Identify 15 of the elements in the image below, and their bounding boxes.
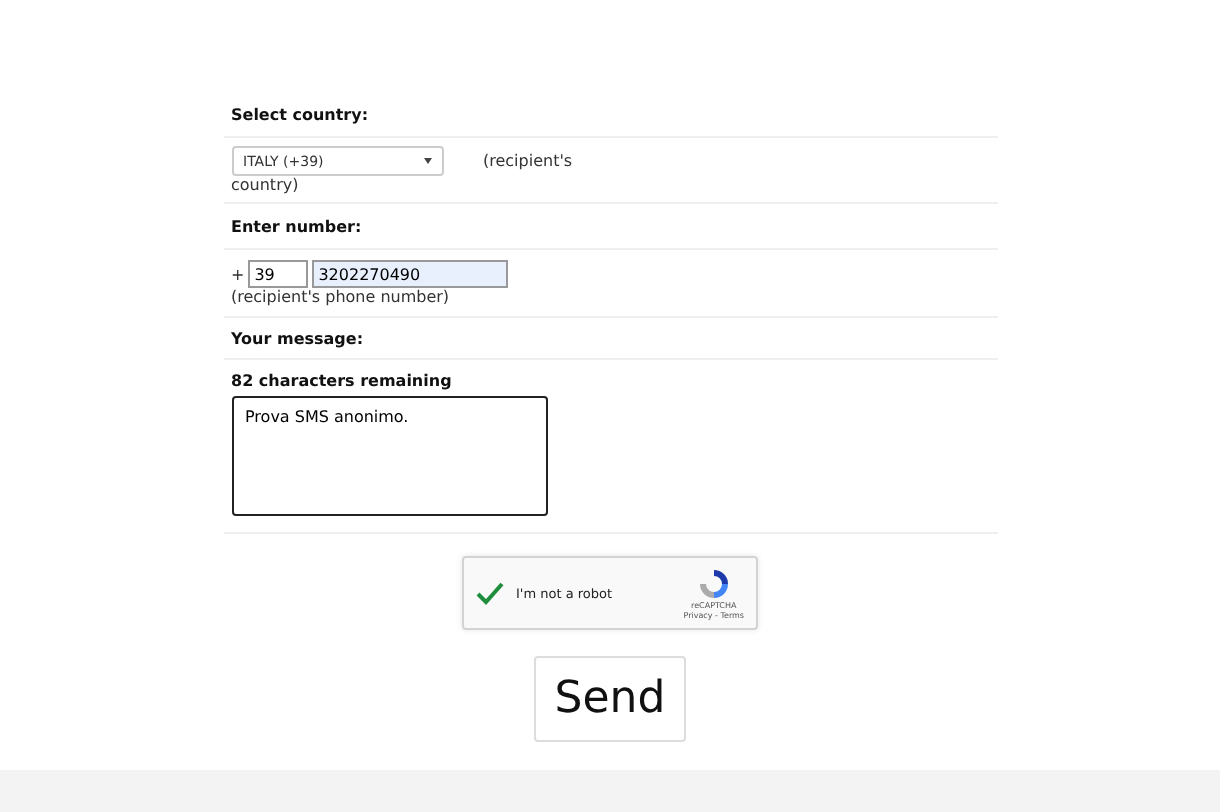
field-label: Select country: (231, 106, 369, 124)
hint-text: country) (231, 176, 299, 194)
send-button[interactable]: Send (534, 656, 686, 742)
field-label: Your message: (231, 330, 364, 348)
recaptcha-logo-icon (697, 567, 730, 599)
plus-sign: + (231, 265, 245, 283)
country-code-field[interactable]: 39 (248, 260, 309, 288)
characters-remaining: 82 characters remaining (231, 372, 452, 390)
captcha-checkbox[interactable] (476, 579, 504, 607)
message-field[interactable]: Prova SMS anonimo. (231, 396, 547, 516)
hint-text: (recipient's phone number) (231, 288, 450, 306)
hint-text: (recipient's (483, 152, 573, 170)
dropdown-arrow-icon (423, 158, 431, 164)
field-label: Enter number: (231, 218, 362, 236)
phone-number-field[interactable]: 3202270490 (312, 260, 509, 288)
